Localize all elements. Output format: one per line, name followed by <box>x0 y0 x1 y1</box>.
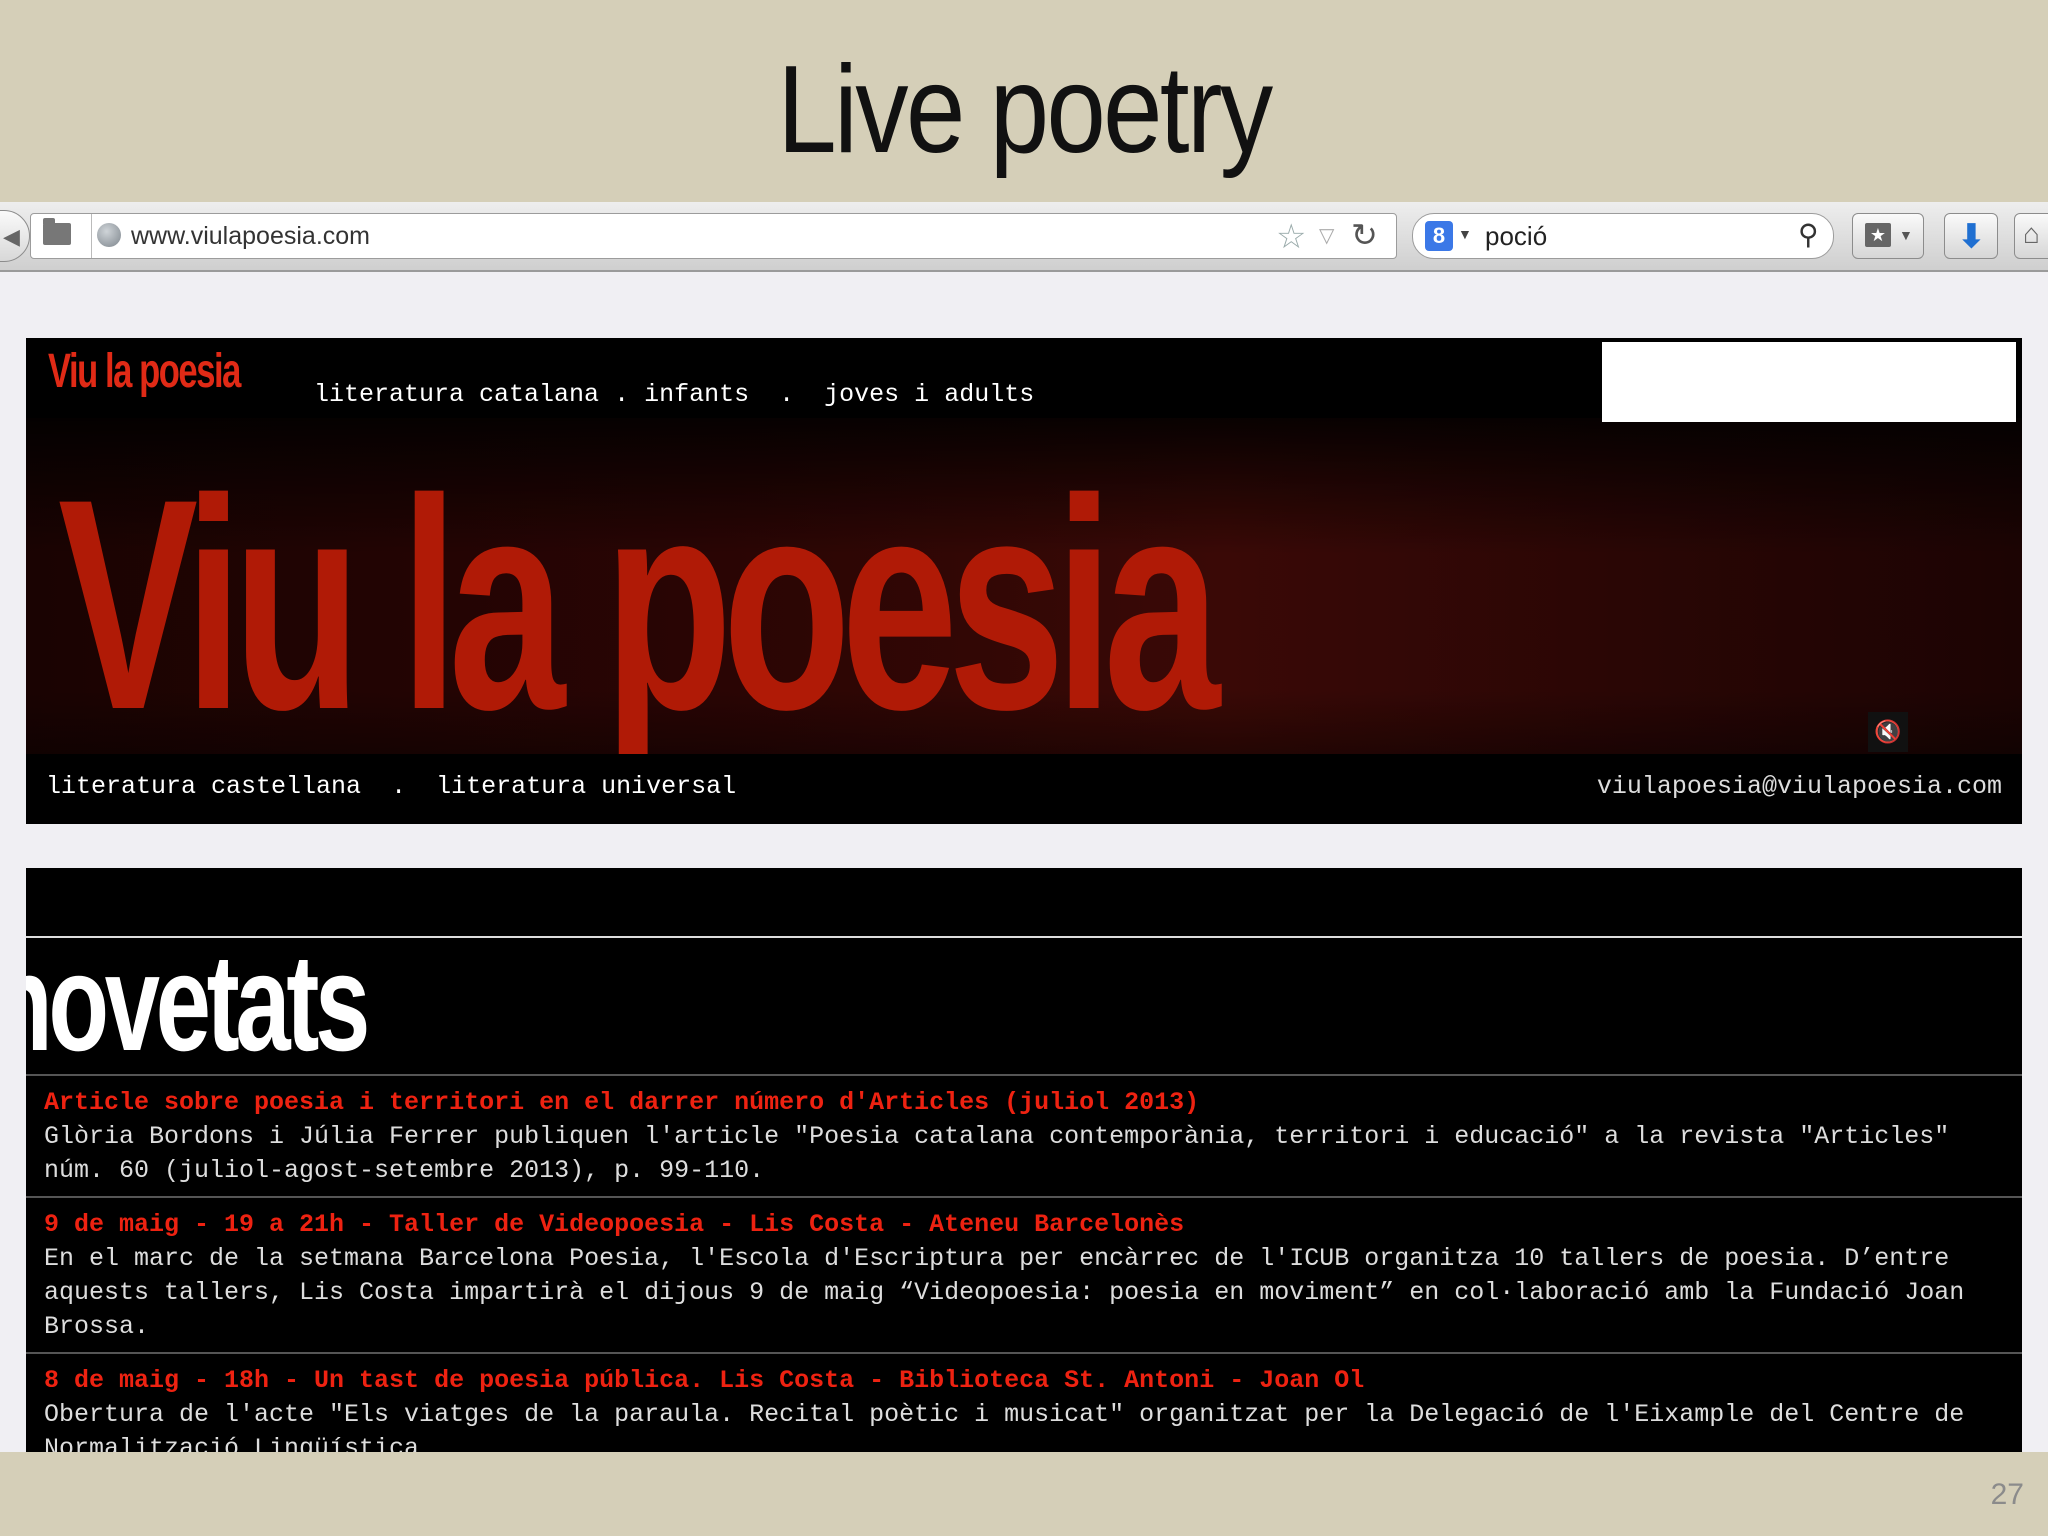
star-icon[interactable]: ☆ <box>1276 217 1306 257</box>
mute-icon[interactable]: 🔇 <box>1868 712 1908 752</box>
slide-number: 27 <box>1990 1478 2024 1511</box>
bottom-navigation: literatura castellana . literatura unive… <box>46 772 736 801</box>
nav-separator: . <box>779 380 795 409</box>
slide-title: Live poetry <box>777 41 1273 179</box>
news-item-body: Obertura de l'acte "Els viatges de la pa… <box>44 1400 1965 1452</box>
globe-icon <box>97 223 121 247</box>
download-button[interactable]: ⬇ <box>1944 213 1998 259</box>
news-item-title[interactable]: 8 de maig - 18h - Un tast de poesia públ… <box>44 1364 2004 1398</box>
news-item-title[interactable]: 9 de maig - 19 a 21h - Taller de Videopo… <box>44 1208 2004 1242</box>
news-item-title[interactable]: Article sobre poesia i territori en el d… <box>44 1086 2004 1120</box>
url-text[interactable]: www.viulapoesia.com <box>131 222 370 251</box>
browser-toolbar: ◀ www.viulapoesia.com ☆ ▽ ↻ 8 ▼ poció ⚲… <box>0 202 2048 272</box>
news-item-body: Glòria Bordons i Júlia Ferrer publiquen … <box>44 1122 1950 1185</box>
magnifier-icon[interactable]: ⚲ <box>1798 218 1819 251</box>
banner-bottom-bar: literatura castellana . literatura unive… <box>26 754 2022 824</box>
page-viewport: Viu la poesia literatura catalana . infa… <box>0 272 2048 1452</box>
back-icon: ◀ <box>3 224 20 249</box>
contact-email[interactable]: viulapoesia@viulapoesia.com <box>1597 772 2002 801</box>
news-item-body: En el marc de la setmana Barcelona Poesi… <box>44 1244 1965 1341</box>
search-engine-icon[interactable]: 8 <box>1425 221 1453 251</box>
banner-white-box <box>1602 342 2016 422</box>
nav-separator: . <box>391 772 407 801</box>
news-item: 9 de maig - 19 a 21h - Taller de Videopo… <box>26 1198 2022 1354</box>
news-item: Article sobre poesia i territori en el d… <box>26 1076 2022 1198</box>
nav-separator: . <box>614 380 630 409</box>
site-banner: Viu la poesia literatura catalana . infa… <box>26 338 2022 824</box>
back-button[interactable]: ◀ <box>0 210 30 262</box>
dropdown-icon[interactable]: ▽ <box>1319 223 1334 248</box>
nav-link-infants[interactable]: infants <box>644 380 749 409</box>
home-button[interactable]: ⌂ <box>2014 213 2048 259</box>
top-navigation: literatura catalana . infants . joves i … <box>314 380 1034 409</box>
url-separator <box>77 214 92 258</box>
news-heading: novetats <box>26 926 370 1080</box>
reload-icon[interactable]: ↻ <box>1351 216 1378 254</box>
nav-link-literatura-catalana[interactable]: literatura catalana <box>314 380 599 409</box>
home-icon: ⌂ <box>2023 218 2040 249</box>
nav-link-joves-i-adults[interactable]: joves i adults <box>824 380 1034 409</box>
search-bar[interactable]: 8 ▼ poció ⚲ <box>1412 213 1834 259</box>
engine-dropdown-icon[interactable]: ▼ <box>1458 226 1472 242</box>
folder-icon[interactable] <box>43 218 71 245</box>
nav-link-literatura-castellana[interactable]: literatura castellana <box>46 772 361 801</box>
bookmarks-button[interactable]: ★ ▼ <box>1852 213 1924 259</box>
bookmarks-dropdown-icon: ▼ <box>1899 227 1913 243</box>
news-section: novetats Article sobre poesia i territor… <box>26 868 2022 1452</box>
news-item: 8 de maig - 18h - Un tast de poesia públ… <box>26 1354 2022 1452</box>
download-icon: ⬇ <box>1958 218 1985 254</box>
news-list: Article sobre poesia i territori en el d… <box>26 1074 2022 1452</box>
nav-link-literatura-universal[interactable]: literatura universal <box>436 772 736 801</box>
site-logo[interactable]: Viu la poesia <box>48 344 241 399</box>
bookmarks-icon: ★ <box>1865 223 1891 247</box>
search-input[interactable]: poció <box>1485 221 1547 252</box>
banner-title: Viu la poesia <box>58 436 1220 772</box>
url-bar[interactable]: www.viulapoesia.com ☆ ▽ ↻ <box>30 213 1397 259</box>
